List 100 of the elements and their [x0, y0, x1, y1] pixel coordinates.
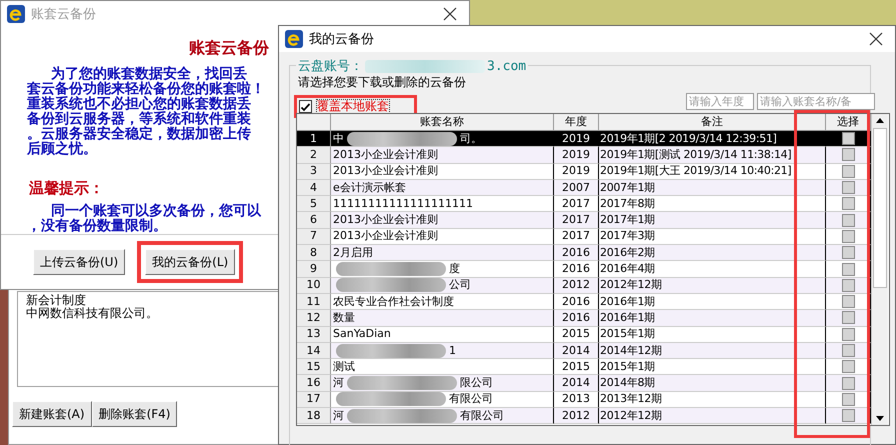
column-header[interactable]: 账套名称	[331, 114, 554, 131]
table-cell: 2012年12期	[599, 408, 826, 424]
dialog-button[interactable]: 我的云备份(L)	[145, 249, 236, 275]
table-cell: 2014年8期	[599, 375, 826, 392]
column-header[interactable]: 选择	[826, 114, 871, 131]
table-cell: 2013小企业会计准则	[331, 147, 554, 164]
select-checkbox[interactable]	[842, 214, 854, 227]
table-cell: 2013小企业会计准则	[331, 212, 554, 229]
select-checkbox[interactable]	[842, 328, 854, 341]
select-checkbox[interactable]	[842, 132, 854, 146]
table-cell: SanYaDian	[331, 326, 554, 343]
row-number[interactable]: 2	[297, 147, 331, 164]
table-cell: 2013年12期	[599, 392, 826, 408]
table-cell: 2015年1期	[599, 359, 826, 376]
table-cell: 2016年4期	[599, 261, 826, 278]
table-cell: 11111111111111111111	[331, 196, 554, 212]
memo-line: 新会计制度	[26, 294, 86, 307]
table-cell: 2014年12期	[599, 342, 826, 360]
close-icon[interactable]	[869, 32, 883, 46]
table-cell: 2016年2期	[599, 245, 826, 262]
column-header[interactable]: 备注	[599, 114, 826, 131]
table-cell: 度	[331, 261, 554, 278]
row-number[interactable]: 13	[297, 326, 331, 343]
window-button[interactable]: 新建账套(A)	[12, 401, 92, 427]
select-checkbox[interactable]	[842, 392, 854, 406]
select-checkbox[interactable]	[842, 278, 854, 292]
table-cell: 2016	[554, 294, 599, 310]
table-cell: 数量	[331, 310, 554, 327]
row-number[interactable]: 1	[297, 131, 331, 148]
row-number[interactable]: 8	[297, 245, 331, 262]
table-cell: 2月启用	[331, 245, 554, 262]
table-cell: 中 司。	[331, 131, 554, 148]
table-cell: 2012	[554, 278, 599, 294]
info-line: 后顾之忧。	[27, 142, 97, 157]
table-cell: 2007年1期	[599, 180, 826, 196]
column-header[interactable]: 年度	[554, 114, 599, 131]
select-checkbox[interactable]	[842, 181, 854, 194]
app-logo-icon	[285, 30, 303, 48]
table-cell: e会计演示帐套	[331, 180, 554, 196]
row-number[interactable]: 16	[297, 375, 331, 392]
overwrite-checkbox[interactable]	[299, 100, 312, 113]
row-number[interactable]: 12	[297, 310, 331, 327]
table-cell: 2013小企业会计准则	[331, 228, 554, 246]
row-number[interactable]: 14	[297, 342, 331, 360]
select-checkbox[interactable]	[842, 148, 854, 162]
window-button[interactable]: 删除账套(F4)	[92, 401, 178, 427]
info-line: 为了您的账套数据安全，找回丢	[51, 67, 247, 82]
close-icon[interactable]	[443, 6, 457, 20]
instruction-text: 请选择您要下载或删除的云备份	[298, 75, 466, 89]
window-title: 我的云备份	[309, 31, 375, 48]
select-checkbox[interactable]	[842, 360, 854, 374]
table-cell: 河 限公司	[331, 375, 554, 392]
table-cell: 2017年3期	[599, 228, 826, 246]
app-logo-icon	[7, 4, 25, 22]
table-cell: 2014	[554, 375, 599, 392]
table-cell: 2017	[554, 196, 599, 212]
select-checkbox[interactable]	[842, 376, 854, 390]
table-cell: 2017	[554, 228, 599, 246]
select-checkbox[interactable]	[842, 164, 854, 178]
row-number[interactable]: 4	[297, 180, 331, 196]
dialog-button[interactable]: 上传云备份(U)	[33, 249, 126, 275]
table-cell: 2013	[554, 392, 599, 408]
table-cell: 2012	[554, 408, 599, 424]
select-checkbox[interactable]	[842, 230, 854, 243]
row-number[interactable]: 10	[297, 278, 331, 294]
account-label: 云盘账号：	[298, 58, 363, 75]
row-number[interactable]: 9	[297, 261, 331, 278]
scrollbar[interactable]	[871, 114, 888, 425]
table-cell: 2017	[554, 212, 599, 229]
row-number[interactable]: 3	[297, 164, 331, 180]
table-cell: 2019年1期[2 2019/3/14 12:39:51]	[599, 131, 826, 148]
row-number[interactable]: 18	[297, 408, 331, 424]
memo-line: 中网数信科技有限公司。	[26, 307, 158, 320]
table-cell: 2015	[554, 359, 599, 376]
dialog-heading: 账套云备份	[189, 38, 269, 59]
select-checkbox[interactable]	[842, 262, 854, 276]
row-number[interactable]: 7	[297, 228, 331, 246]
select-checkbox[interactable]	[842, 197, 854, 210]
name-search-field[interactable]: 请输入账套名称/备	[757, 93, 875, 110]
table-cell: 2007	[554, 180, 599, 196]
table-cell: 2015年1期	[599, 326, 826, 343]
row-number[interactable]: 6	[297, 212, 331, 229]
select-checkbox[interactable]	[842, 344, 854, 357]
row-number[interactable]: 15	[297, 359, 331, 376]
table-cell: 2019	[554, 147, 599, 164]
table-cell: 农民专业合作社会计制度	[331, 294, 554, 310]
select-checkbox[interactable]	[842, 311, 854, 324]
table-cell: 2015	[554, 326, 599, 343]
year-search-field[interactable]: 请输入年度	[686, 93, 754, 110]
select-checkbox[interactable]	[842, 246, 854, 260]
select-checkbox[interactable]	[842, 409, 854, 422]
table-cell: 2016	[554, 245, 599, 262]
row-number[interactable]: 11	[297, 294, 331, 310]
info-line: 重装系统也不必担心您的账套数据丢	[27, 97, 251, 112]
row-number[interactable]: 17	[297, 392, 331, 408]
window-title: 账套云备份	[31, 6, 97, 22]
row-number[interactable]: 5	[297, 196, 331, 212]
tip-heading: 温馨提示：	[29, 179, 104, 198]
select-checkbox[interactable]	[842, 295, 854, 308]
table-cell: 2017年8期	[599, 196, 826, 212]
